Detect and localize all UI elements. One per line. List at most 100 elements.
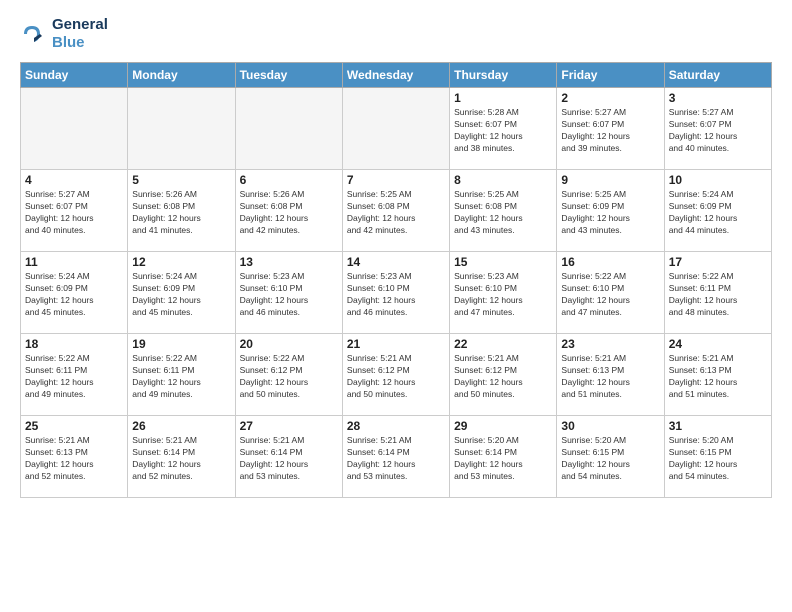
day-cell: 3Sunrise: 5:27 AM Sunset: 6:07 PM Daylig… [664, 88, 771, 170]
page: General Blue SundayMondayTuesdayWednesda… [0, 0, 792, 612]
day-info: Sunrise: 5:25 AM Sunset: 6:09 PM Dayligh… [561, 189, 659, 237]
day-cell [342, 88, 449, 170]
day-cell: 6 Sunrise: 5:26 AM Sunset: 6:08 PM Daylig… [235, 170, 342, 252]
day-info: Sunrise: 5:22 AM Sunset: 6:11 PM Dayligh… [25, 353, 123, 401]
weekday-header-monday: Monday [128, 63, 235, 88]
day-number: 17 [669, 255, 767, 269]
weekday-header-wednesday: Wednesday [342, 63, 449, 88]
day-info: Sunrise: 5:20 AM Sunset: 6:15 PM Dayligh… [561, 435, 659, 483]
day-cell: 21 Sunrise: 5:21 AM Sunset: 6:12 PM Dayli… [342, 334, 449, 416]
weekday-header-tuesday: Tuesday [235, 63, 342, 88]
day-cell: 22 Sunrise: 5:21 AM Sunset: 6:12 PM Dayli… [450, 334, 557, 416]
day-cell: 25 Sunrise: 5:21 AM Sunset: 6:13 PM Dayli… [21, 416, 128, 498]
day-number: 23 [561, 337, 659, 351]
day-number: 28 [347, 419, 445, 433]
day-info: Sunrise: 5:21 AM Sunset: 6:14 PM Dayligh… [132, 435, 230, 483]
day-number: 4 [25, 173, 123, 187]
day-number: 24 [669, 337, 767, 351]
day-info: Sunrise: 5:22 AM Sunset: 6:12 PM Dayligh… [240, 353, 338, 401]
day-cell: 19 Sunrise: 5:22 AM Sunset: 6:11 PM Dayli… [128, 334, 235, 416]
day-number: 8 [454, 173, 552, 187]
header: General Blue [20, 16, 772, 52]
day-number: 16 [561, 255, 659, 269]
week-row-3: 11 Sunrise: 5:24 AM Sunset: 6:09 PM Dayli… [21, 252, 772, 334]
day-cell: 24Sunrise: 5:21 AM Sunset: 6:13 PM Dayli… [664, 334, 771, 416]
day-info: Sunrise: 5:27 AM Sunset: 6:07 PM Dayligh… [25, 189, 123, 237]
day-info: Sunrise: 5:26 AM Sunset: 6:08 PM Dayligh… [240, 189, 338, 237]
day-info: Sunrise: 5:21 AM Sunset: 6:12 PM Dayligh… [347, 353, 445, 401]
day-cell: 13 Sunrise: 5:23 AM Sunset: 6:10 PM Dayli… [235, 252, 342, 334]
day-number: 3 [669, 91, 767, 105]
day-info: Sunrise: 5:24 AM Sunset: 6:09 PM Dayligh… [669, 189, 767, 237]
weekday-header-saturday: Saturday [664, 63, 771, 88]
day-info: Sunrise: 5:20 AM Sunset: 6:14 PM Dayligh… [454, 435, 552, 483]
day-cell: 14 Sunrise: 5:23 AM Sunset: 6:10 PM Dayli… [342, 252, 449, 334]
week-row-2: 4 Sunrise: 5:27 AM Sunset: 6:07 PM Daylig… [21, 170, 772, 252]
day-cell: 16 Sunrise: 5:22 AM Sunset: 6:10 PM Dayli… [557, 252, 664, 334]
day-number: 27 [240, 419, 338, 433]
week-row-4: 18 Sunrise: 5:22 AM Sunset: 6:11 PM Dayli… [21, 334, 772, 416]
day-info: Sunrise: 5:23 AM Sunset: 6:10 PM Dayligh… [240, 271, 338, 319]
day-info: Sunrise: 5:28 AM Sunset: 6:07 PM Dayligh… [454, 107, 552, 155]
day-number: 18 [25, 337, 123, 351]
day-info: Sunrise: 5:21 AM Sunset: 6:14 PM Dayligh… [240, 435, 338, 483]
day-info: Sunrise: 5:21 AM Sunset: 6:14 PM Dayligh… [347, 435, 445, 483]
day-number: 14 [347, 255, 445, 269]
day-number: 25 [25, 419, 123, 433]
day-cell: 18 Sunrise: 5:22 AM Sunset: 6:11 PM Dayli… [21, 334, 128, 416]
day-info: Sunrise: 5:22 AM Sunset: 6:11 PM Dayligh… [132, 353, 230, 401]
day-cell: 4 Sunrise: 5:27 AM Sunset: 6:07 PM Daylig… [21, 170, 128, 252]
day-cell: 10 Sunrise: 5:24 AM Sunset: 6:09 PM Dayli… [664, 170, 771, 252]
day-number: 5 [132, 173, 230, 187]
week-row-5: 25 Sunrise: 5:21 AM Sunset: 6:13 PM Dayli… [21, 416, 772, 498]
day-number: 11 [25, 255, 123, 269]
day-info: Sunrise: 5:23 AM Sunset: 6:10 PM Dayligh… [347, 271, 445, 319]
day-number: 1 [454, 91, 552, 105]
day-info: Sunrise: 5:24 AM Sunset: 6:09 PM Dayligh… [132, 271, 230, 319]
day-cell: 8 Sunrise: 5:25 AM Sunset: 6:08 PM Daylig… [450, 170, 557, 252]
day-info: Sunrise: 5:23 AM Sunset: 6:10 PM Dayligh… [454, 271, 552, 319]
day-info: Sunrise: 5:22 AM Sunset: 6:11 PM Dayligh… [669, 271, 767, 319]
day-number: 31 [669, 419, 767, 433]
day-info: Sunrise: 5:25 AM Sunset: 6:08 PM Dayligh… [347, 189, 445, 237]
day-number: 22 [454, 337, 552, 351]
day-info: Sunrise: 5:25 AM Sunset: 6:08 PM Dayligh… [454, 189, 552, 237]
day-info: Sunrise: 5:21 AM Sunset: 6:12 PM Dayligh… [454, 353, 552, 401]
day-cell: 15Sunrise: 5:23 AM Sunset: 6:10 PM Dayli… [450, 252, 557, 334]
day-cell: 23 Sunrise: 5:21 AM Sunset: 6:13 PM Dayli… [557, 334, 664, 416]
day-cell: 31 Sunrise: 5:20 AM Sunset: 6:15 PM Dayli… [664, 416, 771, 498]
day-info: Sunrise: 5:20 AM Sunset: 6:15 PM Dayligh… [669, 435, 767, 483]
day-cell: 7 Sunrise: 5:25 AM Sunset: 6:08 PM Daylig… [342, 170, 449, 252]
day-cell: 20 Sunrise: 5:22 AM Sunset: 6:12 PM Dayli… [235, 334, 342, 416]
day-number: 21 [347, 337, 445, 351]
day-number: 29 [454, 419, 552, 433]
day-cell: 2Sunrise: 5:27 AM Sunset: 6:07 PM Daylig… [557, 88, 664, 170]
day-cell: 17 Sunrise: 5:22 AM Sunset: 6:11 PM Dayli… [664, 252, 771, 334]
day-number: 10 [669, 173, 767, 187]
logo-text: General Blue [52, 16, 108, 52]
day-cell: 26 Sunrise: 5:21 AM Sunset: 6:14 PM Dayli… [128, 416, 235, 498]
day-info: Sunrise: 5:26 AM Sunset: 6:08 PM Dayligh… [132, 189, 230, 237]
day-info: Sunrise: 5:21 AM Sunset: 6:13 PM Dayligh… [561, 353, 659, 401]
day-cell: 1 Sunrise: 5:28 AM Sunset: 6:07 PM Daylig… [450, 88, 557, 170]
day-cell: 28 Sunrise: 5:21 AM Sunset: 6:14 PM Dayli… [342, 416, 449, 498]
day-info: Sunrise: 5:22 AM Sunset: 6:10 PM Dayligh… [561, 271, 659, 319]
day-number: 26 [132, 419, 230, 433]
day-cell: 11Sunrise: 5:24 AM Sunset: 6:09 PM Dayli… [21, 252, 128, 334]
day-number: 20 [240, 337, 338, 351]
day-number: 13 [240, 255, 338, 269]
day-number: 9 [561, 173, 659, 187]
logo-icon [20, 20, 48, 48]
day-number: 30 [561, 419, 659, 433]
logo: General Blue [20, 16, 108, 52]
week-row-1: 1 Sunrise: 5:28 AM Sunset: 6:07 PM Daylig… [21, 88, 772, 170]
day-cell: 5 Sunrise: 5:26 AM Sunset: 6:08 PM Daylig… [128, 170, 235, 252]
day-cell: 27 Sunrise: 5:21 AM Sunset: 6:14 PM Dayli… [235, 416, 342, 498]
day-number: 7 [347, 173, 445, 187]
day-cell: 29 Sunrise: 5:20 AM Sunset: 6:14 PM Dayli… [450, 416, 557, 498]
day-cell: 9 Sunrise: 5:25 AM Sunset: 6:09 PM Daylig… [557, 170, 664, 252]
day-info: Sunrise: 5:21 AM Sunset: 6:13 PM Dayligh… [25, 435, 123, 483]
day-cell [235, 88, 342, 170]
day-number: 6 [240, 173, 338, 187]
day-number: 19 [132, 337, 230, 351]
